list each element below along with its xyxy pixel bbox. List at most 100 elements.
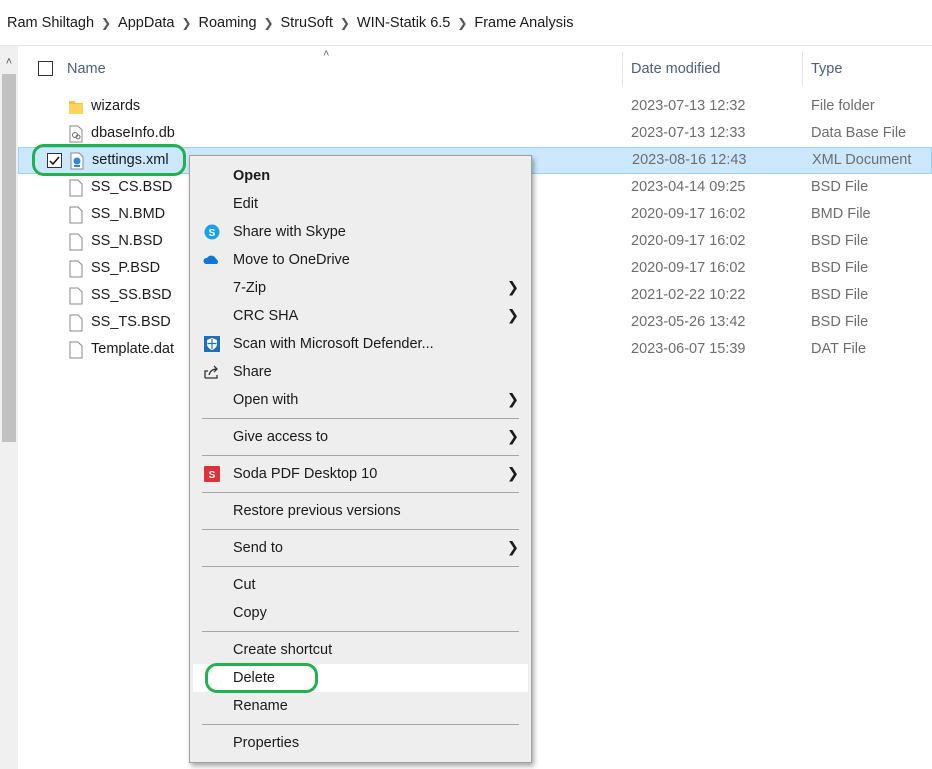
breadcrumb-item[interactable]: Ram Shiltagh [7, 15, 94, 31]
menu-label: Cut [233, 577, 256, 593]
file-date: 2023-05-26 13:42 [631, 314, 746, 330]
menu-item-scan-defender[interactable]: Scan with Microsoft Defender... [193, 330, 528, 358]
menu-separator [202, 529, 519, 530]
file-name: SS_TS.BSD [91, 314, 171, 330]
file-icon [69, 179, 83, 197]
file-icon [69, 233, 83, 251]
file-type: BSD File [811, 260, 869, 276]
menu-item-crc-sha[interactable]: CRC SHA ❯ [193, 302, 528, 330]
menu-item-send-to[interactable]: Send to ❯ [193, 534, 528, 562]
file-icon [69, 287, 83, 305]
file-icon [69, 341, 83, 359]
skype-icon: S [204, 224, 220, 240]
menu-item-7zip[interactable]: 7-Zip ❯ [193, 274, 528, 302]
column-header: Name ˄ Date modified Type [18, 46, 932, 92]
file-name: SS_P.BSD [91, 260, 161, 276]
file-icon [69, 314, 83, 332]
submenu-arrow-icon: ❯ [506, 280, 519, 296]
menu-item-properties[interactable]: Properties [193, 729, 528, 757]
breadcrumb-item[interactable]: WIN-Statik 6.5 [357, 15, 450, 31]
menu-item-give-access[interactable]: Give access to ❯ [193, 423, 528, 451]
menu-item-share-with-skype[interactable]: S Share with Skype [193, 218, 528, 246]
onedrive-cloud-icon [203, 255, 218, 264]
column-divider[interactable] [622, 52, 623, 86]
menu-label: Open [233, 168, 271, 184]
file-date: 2020-09-17 16:02 [631, 260, 746, 276]
column-divider[interactable] [802, 52, 803, 86]
file-row[interactable]: wizards 2023-07-13 12:32 File folder [18, 93, 932, 120]
column-name-header[interactable]: Name [67, 46, 106, 92]
file-icon [69, 206, 83, 224]
sort-ascending-icon: ˄ [323, 48, 330, 60]
file-date: 2023-07-13 12:33 [631, 125, 746, 141]
menu-label: Share with Skype [233, 224, 346, 240]
file-date: 2023-04-14 09:25 [631, 179, 746, 195]
submenu-arrow-icon: ❯ [506, 540, 519, 556]
file-type: BSD File [811, 314, 869, 330]
annotation-highlight-ring [205, 663, 318, 693]
submenu-arrow-icon: ❯ [506, 392, 519, 408]
file-date: 2020-09-17 16:02 [631, 206, 746, 222]
menu-item-open[interactable]: Open [193, 162, 528, 190]
menu-label: Soda PDF Desktop 10 [233, 466, 378, 482]
share-icon [204, 365, 218, 379]
menu-label: Scan with Microsoft Defender... [233, 336, 434, 352]
menu-item-copy[interactable]: Copy [193, 599, 528, 627]
menu-item-create-shortcut[interactable]: Create shortcut [193, 636, 528, 664]
select-all-checkbox[interactable] [38, 61, 53, 76]
file-name: SS_N.BSD [91, 233, 163, 249]
chevron-right-icon[interactable]: ❯ [174, 16, 198, 30]
chevron-right-icon[interactable]: ❯ [333, 16, 357, 30]
menu-item-edit[interactable]: Edit [193, 190, 528, 218]
menu-item-share[interactable]: Share [193, 358, 528, 386]
file-type: BSD File [811, 233, 869, 249]
folder-icon [69, 101, 83, 114]
file-row[interactable]: dbaseInfo.db 2023-07-13 12:33 Data Base … [18, 120, 932, 147]
file-date: 2023-06-07 15:39 [631, 341, 746, 357]
chevron-right-icon[interactable]: ❯ [257, 16, 281, 30]
breadcrumb-item[interactable]: StruSoft [281, 15, 333, 31]
menu-label: CRC SHA [233, 308, 299, 324]
file-name: Template.dat [91, 341, 175, 357]
file-type: Data Base File [811, 125, 907, 141]
menu-item-move-to-onedrive[interactable]: Move to OneDrive [193, 246, 528, 274]
file-name: wizards [91, 98, 141, 114]
column-type-header[interactable]: Type [811, 46, 842, 92]
breadcrumb-item[interactable]: AppData [118, 15, 174, 31]
menu-item-cut[interactable]: Cut [193, 571, 528, 599]
defender-shield-icon [204, 336, 220, 352]
file-date: 2023-07-13 12:32 [631, 98, 746, 114]
soda-pdf-icon: S [204, 466, 220, 482]
chevron-right-icon[interactable]: ❯ [450, 16, 474, 30]
menu-item-soda-pdf[interactable]: S Soda PDF Desktop 10 ❯ [193, 460, 528, 488]
menu-separator [202, 492, 519, 493]
vertical-scrollbar[interactable]: ˄ [0, 46, 18, 769]
submenu-arrow-icon: ❯ [506, 466, 519, 482]
column-date-header[interactable]: Date modified [631, 46, 720, 92]
menu-item-open-with[interactable]: Open with ❯ [193, 386, 528, 414]
file-date: 2021-02-22 10:22 [631, 287, 746, 303]
menu-item-restore-previous-versions[interactable]: Restore previous versions [193, 497, 528, 525]
file-date: 2020-09-17 16:02 [631, 233, 746, 249]
file-type: DAT File [811, 341, 867, 357]
file-name: dbaseInfo.db [91, 125, 175, 141]
file-type: BSD File [811, 287, 869, 303]
menu-label: Open with [233, 392, 299, 408]
menu-separator [202, 418, 519, 419]
submenu-arrow-icon: ❯ [506, 308, 519, 324]
file-icon [69, 260, 83, 278]
scrollbar-thumb[interactable] [2, 74, 16, 442]
menu-item-rename[interactable]: Rename [193, 692, 528, 720]
svg-text:S: S [209, 228, 216, 239]
svg-text:S: S [209, 470, 216, 481]
breadcrumb-item-current[interactable]: Frame Analysis [474, 15, 573, 31]
menu-label: Create shortcut [233, 642, 333, 658]
menu-label: Restore previous versions [233, 503, 401, 519]
file-type: BMD File [811, 206, 871, 222]
breadcrumb-item[interactable]: Roaming [198, 15, 256, 31]
file-date: 2023-08-16 12:43 [632, 152, 747, 168]
annotation-highlight-ring [32, 144, 186, 176]
scroll-up-arrow-icon[interactable]: ˄ [0, 54, 18, 70]
submenu-arrow-icon: ❯ [506, 429, 519, 445]
chevron-right-icon[interactable]: ❯ [94, 16, 118, 30]
